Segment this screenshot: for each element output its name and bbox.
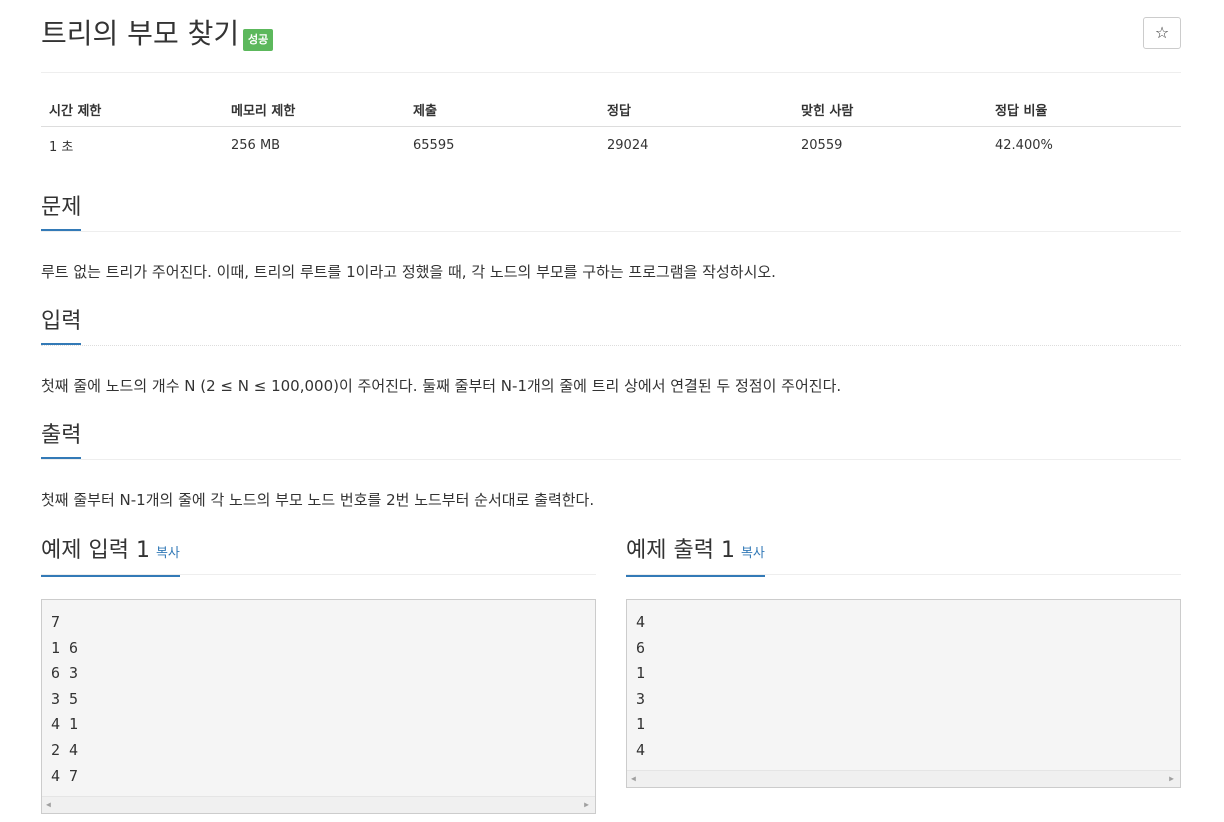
scroll-right-icon[interactable]: ▶	[1169, 774, 1174, 784]
value-memory-limit: 256 MB	[231, 137, 281, 153]
horizontal-scrollbar[interactable]: ◀ ▶	[42, 796, 595, 813]
sample-output-line: 4	[636, 613, 646, 631]
section-header: 예제 입력 1 복사	[41, 536, 596, 577]
sample-output-box[interactable]: 4 6 1 3 1 4 ◀ ▶	[626, 599, 1181, 788]
sample-input-section: 예제 입력 1 복사 7 1 6 6 3 3 5 4 1 2 4 4 7 ◀ ▶	[41, 536, 596, 814]
info-value-row: 1 초 256 MB 65595 29024 20559 42.400%	[41, 127, 1181, 164]
header-memory-limit: 메모리 제한	[223, 92, 405, 127]
sample-output-line: 3	[636, 690, 646, 708]
sample-input-line: 4 1	[51, 715, 79, 733]
output-description-text: 첫째 줄부터 N-1개의 줄에 각 노드의 부모 노드 번호를 2번 노드부터 …	[41, 491, 595, 509]
value-time-limit: 1 초	[49, 139, 74, 155]
header-accepted: 정답	[599, 92, 793, 127]
info-header-row: 시간 제한 메모리 제한 제출 정답 맞힌 사람 정답 비율	[41, 92, 1181, 127]
sample-output-section: 예제 출력 1 복사 4 6 1 3 1 4 ◀ ▶	[626, 536, 1181, 788]
section-header: 출력	[41, 421, 1181, 460]
sample-output-line: 1	[636, 715, 646, 733]
section-title-problem: 문제	[41, 193, 82, 231]
sample-output-line: 6	[636, 639, 646, 657]
scroll-left-icon[interactable]: ◀	[46, 800, 51, 810]
copy-sample-output-link[interactable]: 복사	[741, 546, 765, 561]
header-accept-ratio: 정답 비율	[987, 92, 1181, 127]
problem-title: 트리의 부모 찾기	[41, 17, 240, 50]
input-description-text: 첫째 줄에 노드의 개수 N (2 ≤ N ≤ 100,000)이 주어진다. …	[41, 377, 842, 395]
header-time-limit: 시간 제한	[41, 92, 223, 127]
sample-input-box[interactable]: 7 1 6 6 3 3 5 4 1 2 4 4 7 ◀ ▶	[41, 599, 596, 814]
section-header: 예제 출력 1 복사	[626, 536, 1181, 577]
sample-input-line: 6 3	[51, 664, 79, 682]
sample-input-title: 예제 입력 1 복사	[41, 536, 180, 577]
input-section: 입력 첫째 줄에 노드의 개수 N (2 ≤ N ≤ 100,000)이 주어진…	[41, 307, 1181, 395]
section-title-input: 입력	[41, 307, 82, 345]
problem-description-text: 루트 없는 트리가 주어진다. 이때, 트리의 루트를 1이라고 정했을 때, …	[41, 263, 776, 281]
section-header: 입력	[41, 307, 1181, 346]
sample-output-title-text: 예제 출력 1	[626, 538, 735, 563]
horizontal-scrollbar[interactable]: ◀ ▶	[627, 770, 1180, 787]
section-title-output: 출력	[41, 421, 82, 459]
value-accept-ratio: 42.400%	[995, 137, 1053, 153]
sample-input-title-text: 예제 입력 1	[41, 538, 150, 563]
value-accepted: 29024	[607, 137, 649, 153]
scroll-right-icon[interactable]: ▶	[584, 800, 589, 810]
sample-input-line: 1 6	[51, 639, 79, 657]
problem-description-section: 문제 루트 없는 트리가 주어진다. 이때, 트리의 루트를 1이라고 정했을 …	[41, 193, 1181, 281]
header-solved-users: 맞힌 사람	[793, 92, 987, 127]
value-solved-users: 20559	[801, 137, 843, 153]
scroll-left-icon[interactable]: ◀	[631, 774, 636, 784]
value-submissions: 65595	[413, 137, 455, 153]
problem-info-table: 시간 제한 메모리 제한 제출 정답 맞힌 사람 정답 비율 1 초 256 M…	[41, 92, 1181, 163]
sample-input-line: 4 7	[51, 767, 79, 785]
sample-input-line: 7	[51, 613, 61, 631]
sample-input-line: 2 4	[51, 741, 79, 759]
sample-output-title: 예제 출력 1 복사	[626, 536, 765, 577]
status-badge: 성공	[243, 29, 274, 51]
section-header: 문제	[41, 193, 1181, 232]
sample-output-line: 1	[636, 664, 646, 682]
copy-sample-input-link[interactable]: 복사	[156, 546, 180, 561]
sample-input-line: 3 5	[51, 690, 79, 708]
header-submissions: 제출	[405, 92, 599, 127]
problem-page: 트리의 부모 찾기 성공 ☆ 시간 제한 메모리 제한 제출 정답 맞힌 사람 …	[0, 0, 1224, 822]
problem-header: 트리의 부모 찾기 성공 ☆	[41, 0, 1181, 73]
favorite-button[interactable]: ☆	[1143, 17, 1181, 49]
star-icon: ☆	[1154, 23, 1170, 42]
output-section: 출력 첫째 줄부터 N-1개의 줄에 각 노드의 부모 노드 번호를 2번 노드…	[41, 421, 1181, 509]
sample-output-line: 4	[636, 741, 646, 759]
